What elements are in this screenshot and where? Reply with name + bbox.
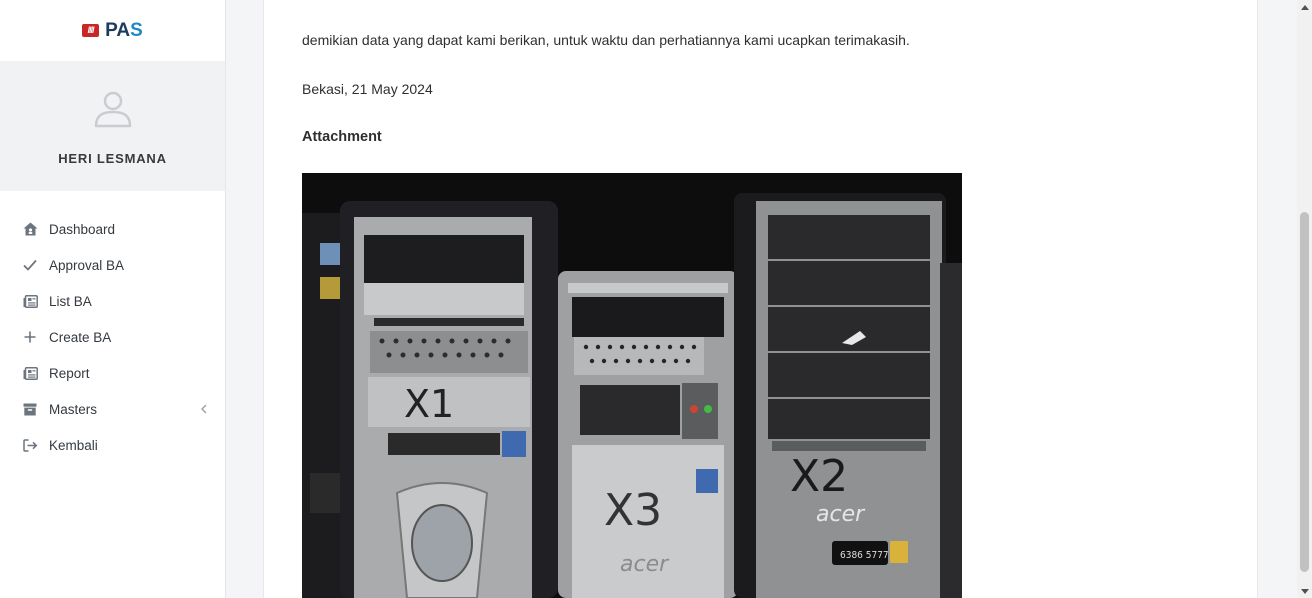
brand-logo-icon: //// bbox=[82, 24, 100, 37]
sidebar-item-label: Create BA bbox=[49, 329, 112, 345]
sidebar-item-masters[interactable]: Masters bbox=[0, 391, 225, 427]
brand-name-part2: S bbox=[130, 19, 143, 41]
scroll-up-icon bbox=[1300, 4, 1309, 10]
newspaper-icon bbox=[22, 293, 38, 309]
attachment-photo[interactable]: X1 X3 acer X2 acer 6386 5777 bbox=[302, 173, 962, 598]
page-scrollbar[interactable] bbox=[1297, 0, 1312, 598]
sidebar-item-label: Kembali bbox=[49, 437, 98, 453]
user-name: HERI LESMANA bbox=[58, 151, 167, 166]
phone-sticker: 6386 5777 bbox=[840, 550, 889, 561]
brand-acer-x3: acer bbox=[620, 552, 670, 577]
sidebar-item-create-ba[interactable]: Create BA bbox=[0, 319, 225, 355]
label-x2: X2 bbox=[790, 451, 848, 502]
sidebar-item-label: Report bbox=[49, 365, 90, 381]
place-date: Bekasi, 21 May 2024 bbox=[302, 81, 433, 97]
chevron-left-icon[interactable] bbox=[199, 403, 209, 415]
sidebar-item-label: Masters bbox=[49, 401, 98, 417]
user-avatar-icon bbox=[94, 91, 131, 128]
scroll-up-button[interactable] bbox=[1297, 0, 1312, 14]
sidebar-item-label: Dashboard bbox=[49, 221, 116, 237]
archive-icon bbox=[22, 401, 38, 417]
sidebar-item-kembali[interactable]: Kembali bbox=[0, 427, 225, 463]
document-card: demikian data yang dapat kami berikan, u… bbox=[263, 0, 1258, 598]
sidebar-item-label: Approval BA bbox=[49, 257, 125, 273]
sidebar-item-approval-ba[interactable]: Approval BA bbox=[0, 247, 225, 283]
sidebar-menu: Dashboard Approval BA List BA Create BA … bbox=[0, 211, 225, 463]
scroll-down-icon bbox=[1300, 588, 1309, 594]
plus-icon bbox=[22, 329, 38, 345]
check-icon bbox=[22, 257, 38, 273]
brand-name-part1: PA bbox=[105, 19, 131, 41]
sign-out-icon bbox=[22, 437, 38, 453]
attachment-label: Attachment bbox=[302, 129, 382, 145]
sidebar: //// PAS HERI LESMANA Dashboard Approval… bbox=[0, 0, 226, 598]
sidebar-item-report[interactable]: Report bbox=[0, 355, 225, 391]
brand-acer-x2: acer bbox=[816, 502, 866, 527]
label-x3: X3 bbox=[604, 485, 662, 536]
sidebar-item-list-ba[interactable]: List BA bbox=[0, 283, 225, 319]
computer-towers-image: X1 X3 acer X2 acer 6386 5777 bbox=[302, 173, 962, 598]
closing-text: demikian data yang dapat kami berikan, u… bbox=[302, 32, 910, 48]
brand-name: PAS bbox=[105, 20, 143, 42]
brand[interactable]: //// PAS bbox=[0, 0, 225, 61]
scroll-thumb[interactable] bbox=[1300, 212, 1309, 572]
sidebar-item-label: List BA bbox=[49, 293, 92, 309]
label-x1: X1 bbox=[404, 382, 454, 426]
sidebar-item-dashboard[interactable]: Dashboard bbox=[0, 211, 225, 247]
newspaper-icon bbox=[22, 365, 38, 381]
user-panel: HERI LESMANA bbox=[0, 61, 225, 191]
home-icon bbox=[22, 221, 38, 237]
scroll-down-button[interactable] bbox=[1297, 584, 1312, 598]
